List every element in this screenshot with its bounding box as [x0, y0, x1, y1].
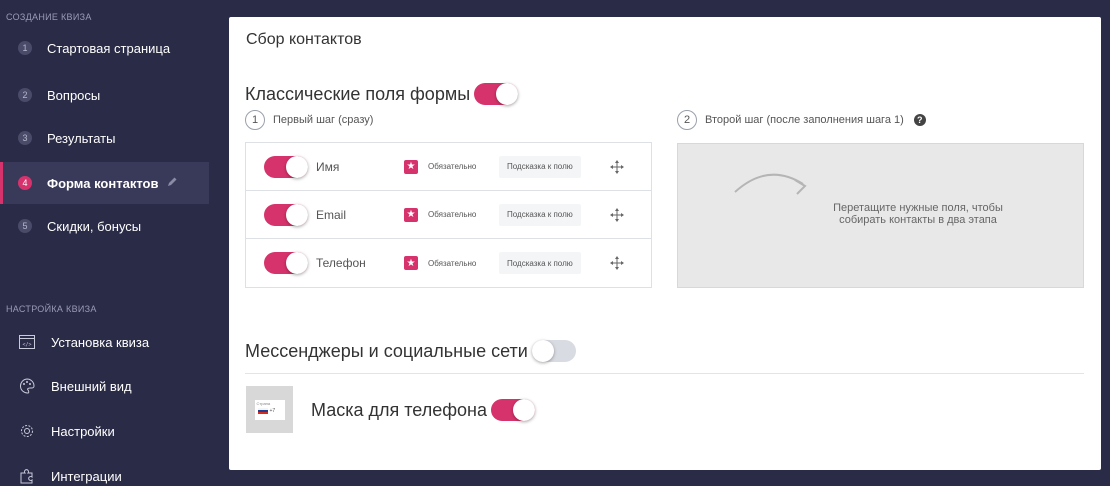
sidebar-item-appearance[interactable]: Внешний вид [0, 368, 209, 404]
step1-label: 1 Первый шаг (сразу) [245, 110, 373, 130]
puzzle-icon [18, 467, 36, 485]
code-window-icon: </> [18, 333, 36, 351]
step-number: 1 [18, 41, 32, 55]
required-label: Обязательно [428, 162, 477, 171]
sidebar-item-label: Вопросы [47, 87, 101, 103]
hint-input[interactable]: Подсказка к полю [499, 252, 581, 274]
pencil-icon[interactable] [166, 176, 178, 191]
phone-mask-preview: Страна +7 [246, 386, 293, 433]
sidebar-item-discounts[interactable]: 5 Скидки, бонусы [0, 208, 209, 244]
help-icon[interactable]: ? [913, 114, 926, 126]
classic-fields-toggle[interactable] [474, 83, 519, 105]
second-step-dropzone[interactable]: Перетащите нужные поля, чтобы собирать к… [677, 143, 1084, 288]
section-title-quiz-settings: НАСТРОЙКА КВИЗА [6, 304, 97, 314]
required-star-icon[interactable]: ★ [404, 207, 418, 222]
svg-text:</>: </> [22, 342, 31, 348]
hint-input[interactable]: Подсказка к полю [499, 155, 581, 178]
sidebar-item-questions[interactable]: 2 Вопросы [0, 77, 209, 113]
sidebar-item-label: Форма контактов [47, 175, 159, 191]
step1-text: Первый шаг (сразу) [273, 114, 374, 126]
messengers-heading: Мессенджеры и социальные сети [245, 340, 576, 362]
drag-handle-icon[interactable] [610, 207, 624, 222]
divider [245, 373, 1084, 374]
step-number: 2 [18, 88, 32, 102]
classic-fields-heading: Классические поля формы [245, 83, 519, 105]
field-toggle-phone[interactable] [264, 252, 308, 274]
sidebar: СОЗДАНИЕ КВИЗА 1 Стартовая страница 2 Во… [0, 0, 209, 486]
step-number: 4 [18, 176, 32, 190]
step2-text: Второй шаг (после заполнения шага 1) [705, 114, 904, 126]
mask-preview-country: Страна [256, 400, 271, 406]
gear-icon [18, 422, 36, 440]
required-star-icon[interactable]: ★ [404, 159, 418, 174]
classic-fields-label: Классические поля формы [245, 83, 471, 104]
hint-input[interactable]: Подсказка к полю [499, 203, 581, 226]
sidebar-item-label: Скидки, бонусы [47, 218, 142, 234]
step1-number: 1 [245, 110, 265, 130]
field-row-phone: Телефон ★ Обязательно Подсказка к полю [246, 239, 651, 287]
page-title: Сбор контактов [246, 31, 362, 48]
sidebar-item-label: Стартовая страница [47, 40, 171, 56]
section-title-quiz-creation: СОЗДАНИЕ КВИЗА [6, 12, 92, 22]
field-row-name: Имя ★ Обязательно Подсказка к полю [246, 143, 651, 191]
phone-mask-label: Маска для телефона [311, 399, 487, 420]
palette-icon [18, 377, 36, 395]
dropzone-line2: собирать контакты в два этапа [839, 214, 997, 226]
dropzone-line1: Перетащите нужные поля, чтобы [833, 202, 1003, 214]
drag-handle-icon[interactable] [610, 159, 624, 174]
sidebar-item-label: Результаты [47, 130, 116, 146]
sidebar-item-label: Интеграции [51, 468, 122, 484]
sidebar-item-integrations[interactable]: Интеграции [0, 458, 209, 486]
step2-number: 2 [677, 110, 697, 130]
sidebar-item-label: Внешний вид [51, 378, 132, 394]
sidebar-item-install[interactable]: </> Установка квиза [0, 324, 209, 360]
required-star-icon[interactable]: ★ [404, 256, 418, 270]
sidebar-item-label: Установка квиза [51, 334, 150, 350]
sidebar-item-start-page[interactable]: 1 Стартовая страница [0, 30, 209, 66]
required-label: Обязательно [428, 210, 477, 219]
phone-mask-toggle[interactable] [490, 399, 535, 421]
field-name: Имя [316, 159, 340, 174]
sidebar-item-label: Настройки [51, 423, 115, 439]
messengers-toggle[interactable] [531, 340, 576, 362]
dropzone-text: Перетащите нужные поля, чтобы собирать к… [818, 202, 1018, 226]
phone-mask-heading: Маска для телефона [311, 399, 535, 421]
field-name: Телефон [316, 256, 366, 270]
step2-label: 2 Второй шаг (после заполнения шага 1) ? [677, 110, 926, 130]
sidebar-item-results[interactable]: 3 Результаты [0, 120, 209, 156]
drag-handle-icon[interactable] [610, 256, 624, 270]
curved-arrow-icon [733, 162, 813, 207]
fields-list: Имя ★ Обязательно Подсказка к полю Email… [245, 142, 652, 288]
messengers-label: Мессенджеры и социальные сети [245, 340, 528, 361]
mask-preview-code: +7 [269, 407, 276, 414]
sidebar-item-settings[interactable]: Настройки [0, 413, 209, 449]
sidebar-item-contact-form[interactable]: 4 Форма контактов [0, 162, 209, 204]
field-toggle-name[interactable] [264, 156, 308, 178]
required-label: Обязательно [428, 258, 477, 268]
field-name: Email [316, 207, 347, 222]
step-number: 3 [18, 131, 32, 145]
contacts-card: Сбор контактов Классические поля формы 1… [229, 17, 1101, 470]
field-toggle-email[interactable] [264, 204, 308, 226]
mask-preview-input: Страна +7 [254, 399, 285, 420]
step-number: 5 [18, 219, 32, 233]
russia-flag-icon [257, 407, 268, 415]
field-row-email: Email ★ Обязательно Подсказка к полю [246, 191, 651, 239]
